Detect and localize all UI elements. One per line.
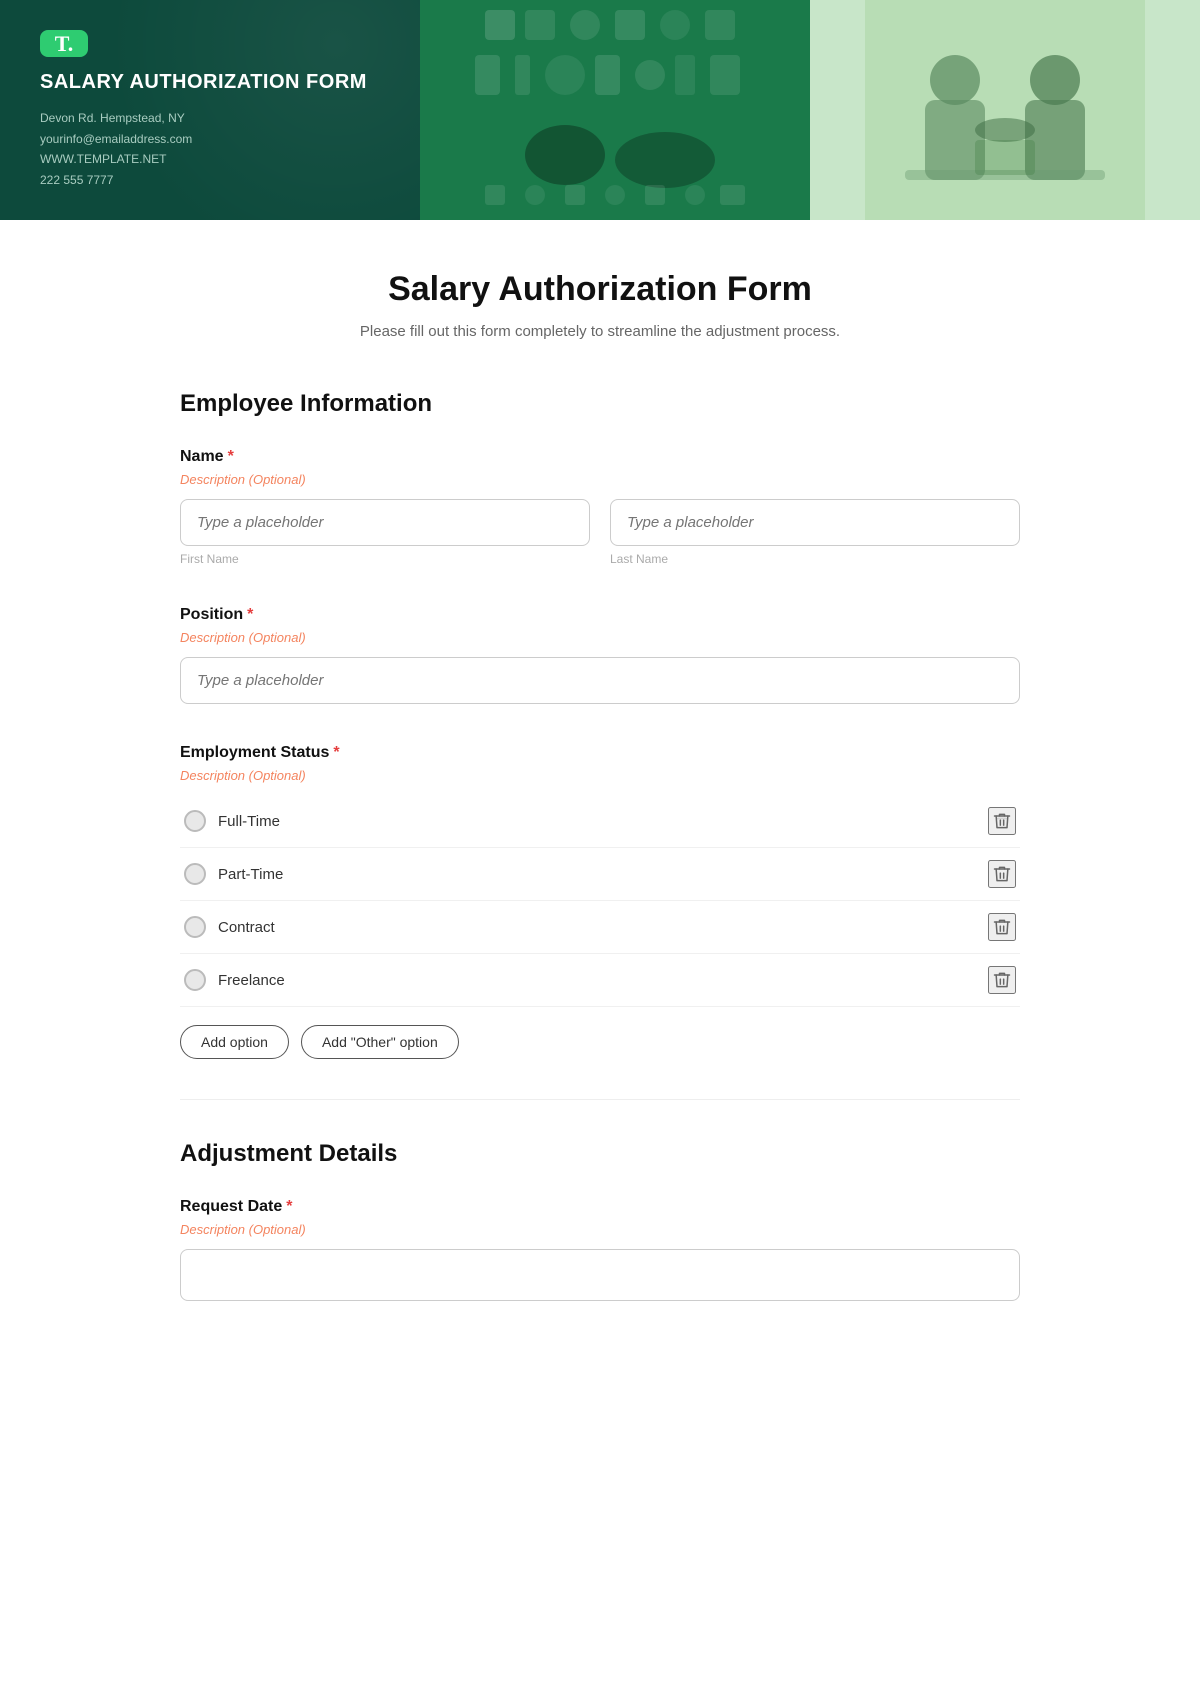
last-name-input[interactable]: [610, 499, 1020, 546]
header-form-title: SALARY AUTHORIZATION FORM: [40, 71, 380, 94]
section-adjustment-details-heading: Adjustment Details: [180, 1140, 1020, 1168]
position-field-desc: Description (Optional): [180, 630, 1020, 645]
header-website: WWW.TEMPLATE.NET: [40, 149, 380, 169]
name-required-star: *: [228, 448, 234, 466]
name-input-row: First Name Last Name: [180, 499, 1020, 566]
request-date-input[interactable]: [180, 1249, 1020, 1301]
delete-freelance-button[interactable]: [988, 966, 1016, 994]
field-group-name: Name * Description (Optional) First Name…: [180, 448, 1020, 566]
radio-circle-contract[interactable]: [184, 916, 206, 938]
add-options-row: Add option Add "Other" option: [180, 1025, 1020, 1059]
field-group-employment-status: Employment Status * Description (Optiona…: [180, 744, 1020, 1059]
radio-circle-part-time[interactable]: [184, 863, 206, 885]
last-name-wrap: Last Name: [610, 499, 1020, 566]
delete-part-time-button[interactable]: [988, 860, 1016, 888]
section-employee-info-heading: Employee Information: [180, 390, 1020, 418]
name-field-desc: Description (Optional): [180, 472, 1020, 487]
form-title: Salary Authorization Form: [180, 270, 1020, 309]
request-date-field-label: Request Date *: [180, 1198, 1020, 1216]
radio-label-full-time: Full-Time: [218, 813, 280, 830]
employment-status-required-star: *: [333, 744, 339, 762]
header-email: yourinfo@emailaddress.com: [40, 129, 380, 149]
request-date-required-star: *: [286, 1198, 292, 1216]
first-name-sublabel: First Name: [180, 552, 590, 566]
radio-option-contract: Contract: [180, 901, 1020, 954]
position-required-star: *: [247, 606, 253, 624]
radio-option-freelance: Freelance: [180, 954, 1020, 1007]
employment-status-field-desc: Description (Optional): [180, 768, 1020, 783]
logo-letter: T.: [55, 31, 74, 57]
main-content: Salary Authorization Form Please fill ou…: [150, 220, 1050, 1401]
radio-option-full-time: Full-Time: [180, 795, 1020, 848]
field-group-request-date: Request Date * Description (Optional): [180, 1198, 1020, 1301]
request-date-field-desc: Description (Optional): [180, 1222, 1020, 1237]
radio-circle-full-time[interactable]: [184, 810, 206, 832]
first-name-input[interactable]: [180, 499, 590, 546]
logo-box: T.: [40, 30, 88, 57]
header-contact-info: Devon Rd. Hempstead, NY yourinfo@emailad…: [40, 108, 380, 190]
header-mid-panel: [420, 0, 810, 220]
header-address: Devon Rd. Hempstead, NY: [40, 108, 380, 128]
radio-option-part-time: Part-Time: [180, 848, 1020, 901]
last-name-sublabel: Last Name: [610, 552, 1020, 566]
first-name-wrap: First Name: [180, 499, 590, 566]
header-banner: T. SALARY AUTHORIZATION FORM Devon Rd. H…: [0, 0, 1200, 220]
position-field-label: Position *: [180, 606, 1020, 624]
radio-label-contract: Contract: [218, 919, 275, 936]
section-divider: [180, 1099, 1020, 1100]
name-field-label: Name *: [180, 448, 1020, 466]
form-subtitle: Please fill out this form completely to …: [180, 323, 1020, 340]
header-left-panel: T. SALARY AUTHORIZATION FORM Devon Rd. H…: [0, 0, 420, 220]
radio-label-part-time: Part-Time: [218, 866, 283, 883]
delete-full-time-button[interactable]: [988, 807, 1016, 835]
delete-contract-button[interactable]: [988, 913, 1016, 941]
employment-status-options: Full-Time Part-Time: [180, 795, 1020, 1007]
field-group-position: Position * Description (Optional): [180, 606, 1020, 704]
header-phone: 222 555 7777: [40, 170, 380, 190]
radio-label-freelance: Freelance: [218, 972, 285, 989]
add-other-option-button[interactable]: Add "Other" option: [301, 1025, 459, 1059]
position-input[interactable]: [180, 657, 1020, 704]
radio-circle-freelance[interactable]: [184, 969, 206, 991]
employment-status-field-label: Employment Status *: [180, 744, 1020, 762]
add-option-button[interactable]: Add option: [180, 1025, 289, 1059]
header-right-panel: [810, 0, 1200, 220]
